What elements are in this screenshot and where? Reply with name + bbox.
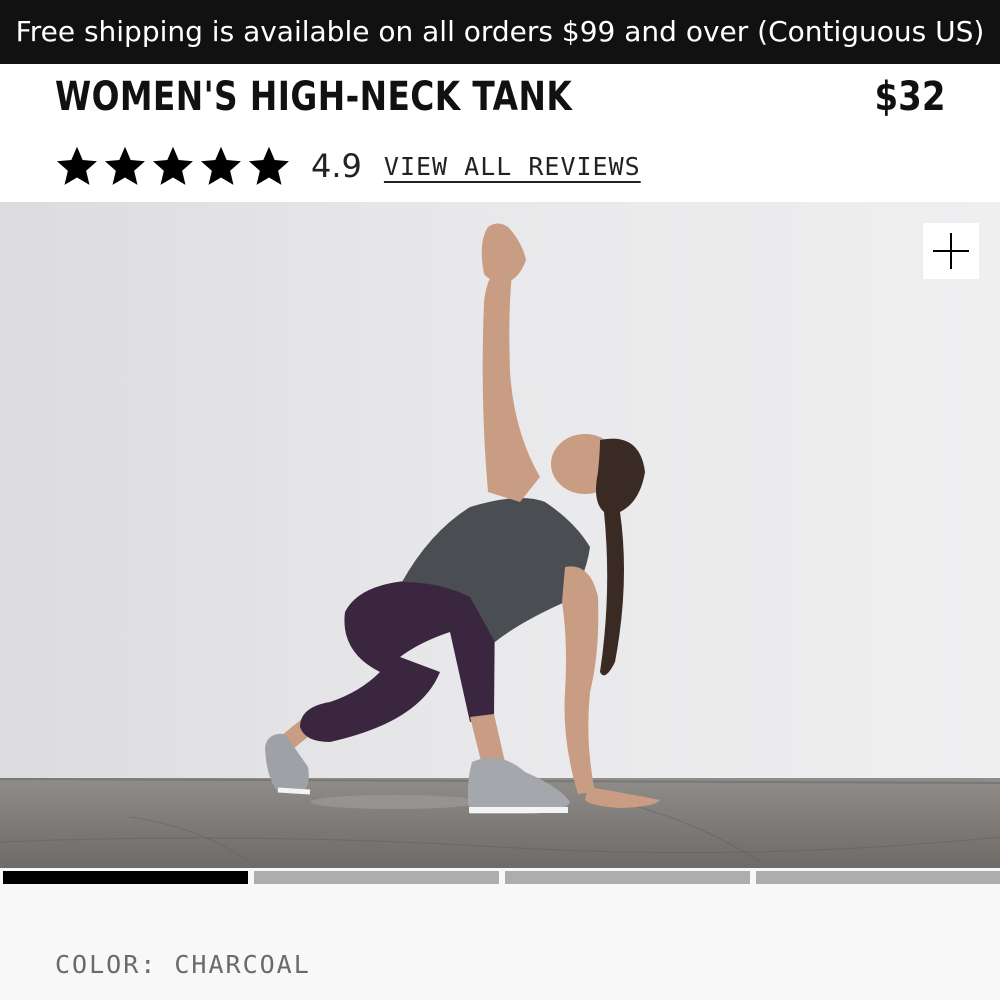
star-icon — [153, 146, 193, 185]
view-all-reviews-link[interactable]: VIEW ALL REVIEWS — [384, 152, 641, 181]
shipping-banner-text: Free shipping is available on all orders… — [15, 15, 985, 48]
carousel-indicator-1[interactable] — [3, 871, 248, 884]
star-icon — [105, 146, 145, 185]
color-value: CHARCOAL — [174, 950, 311, 979]
star-icon — [57, 146, 97, 185]
star-rating[interactable] — [55, 144, 291, 188]
star-icon — [249, 146, 289, 185]
color-label: COLOR: — [55, 950, 158, 979]
color-selection: COLOR: CHARCOAL — [55, 950, 311, 979]
carousel-indicator-4[interactable] — [756, 871, 1000, 884]
carousel-indicator-2[interactable] — [254, 871, 499, 884]
product-image[interactable] — [0, 202, 1000, 868]
product-price: $32 — [874, 74, 945, 120]
product-title: WOMEN'S HIGH-NECK TANK — [55, 74, 573, 120]
star-icon — [201, 146, 241, 185]
rating-row: 4.9 VIEW ALL REVIEWS — [55, 142, 641, 190]
zoom-button[interactable] — [923, 223, 979, 279]
carousel-indicators — [3, 871, 1000, 884]
shipping-banner: Free shipping is available on all orders… — [0, 0, 1000, 64]
carousel-section: COLOR: CHARCOAL — [0, 868, 1000, 1000]
product-header: WOMEN'S HIGH-NECK TANK $32 4.9 VIEW ALL … — [0, 64, 1000, 202]
plus-icon — [933, 233, 969, 269]
product-photo — [0, 202, 1000, 868]
carousel-indicator-3[interactable] — [505, 871, 750, 884]
rating-value: 4.9 — [311, 147, 362, 185]
